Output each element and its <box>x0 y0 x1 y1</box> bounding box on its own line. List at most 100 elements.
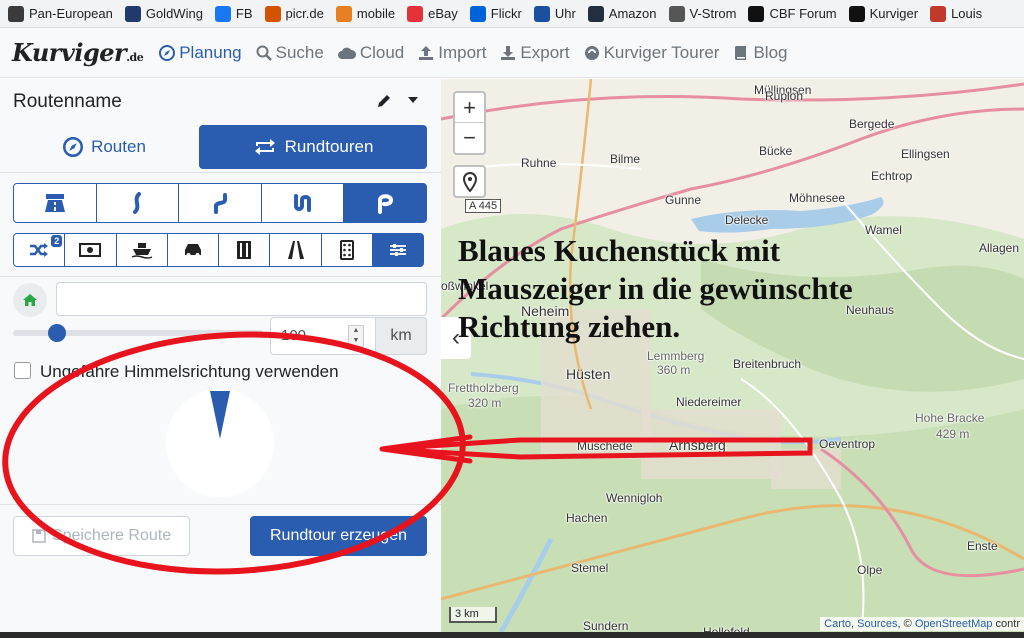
nav-planung[interactable]: Planung <box>159 42 242 63</box>
bookmark-favicon-icon <box>8 5 24 22</box>
route-name-title[interactable]: Routenname <box>13 91 122 113</box>
settings-sliders-button[interactable] <box>372 233 425 267</box>
avoid-toll-button[interactable] <box>218 233 271 267</box>
attribution-separator: , © <box>897 618 912 630</box>
avoid-car-button[interactable] <box>166 233 220 267</box>
curve-4-icon <box>378 194 394 214</box>
compass-icon <box>63 137 84 157</box>
pencil-icon[interactable] <box>376 93 392 109</box>
map-scale: 3 km <box>449 607 497 623</box>
curviness-4-button[interactable] <box>343 183 427 223</box>
bookmark-item[interactable]: GoldWing <box>124 5 203 22</box>
tab-routen[interactable]: Routen <box>13 125 196 169</box>
avoid-fees-button[interactable] <box>64 233 117 267</box>
direction-wedge-icon[interactable] <box>166 389 274 497</box>
zoom-out-button[interactable]: − <box>455 123 484 153</box>
bookmark-label: FB <box>235 6 253 21</box>
bookmark-item[interactable]: V-Strom <box>668 5 737 22</box>
bookmark-item[interactable]: CBF Forum <box>748 5 837 22</box>
map-place-label: Möhnesee <box>789 191 846 205</box>
tourer-icon <box>584 45 599 60</box>
attribution-rest: contr <box>995 618 1020 630</box>
nav-kurviger-tourer[interactable]: Kurviger Tourer <box>584 42 720 63</box>
highway-icon <box>44 194 65 212</box>
sources-link[interactable]: Sources <box>857 618 897 630</box>
nav-planung-label: Planung <box>179 42 242 62</box>
cloud-icon <box>337 47 356 59</box>
bookmark-item[interactable]: Louis <box>930 5 982 22</box>
locate-button[interactable] <box>453 165 486 198</box>
bookmark-label: V-Strom <box>689 6 737 21</box>
generate-roundtrip-button[interactable]: Rundtour erzeugen <box>250 516 427 556</box>
tab-rundtouren[interactable]: Rundtouren <box>199 125 427 169</box>
floppy-disk-icon <box>32 529 46 543</box>
osm-link[interactable]: OpenStreetMap <box>915 618 993 630</box>
chevron-down-icon[interactable] <box>408 97 418 103</box>
bookmark-favicon-icon <box>668 5 685 22</box>
nav-blog[interactable]: Blog <box>733 43 788 63</box>
road-icon <box>287 241 304 259</box>
home-button[interactable] <box>13 283 47 317</box>
bookmark-item[interactable]: mobile <box>335 5 395 22</box>
bookmark-item[interactable]: Amazon <box>587 5 657 22</box>
nav-export[interactable]: Export <box>500 42 570 63</box>
map-place-label: Hachen <box>566 511 608 525</box>
dice-icon <box>339 240 354 260</box>
direction-checkbox-label: Ungefähre Himmelsrichtung verwenden <box>40 362 339 381</box>
bookmark-favicon-icon <box>335 5 352 22</box>
map-place-label: A 445 <box>465 199 502 213</box>
nav-kurviger-tourer-label: Kurviger Tourer <box>603 42 720 62</box>
upload-icon <box>419 45 434 60</box>
map-place-label: Breitenbruch <box>733 357 802 371</box>
route-options-row: 2 <box>13 233 425 267</box>
nav-cloud[interactable]: Cloud <box>337 42 405 63</box>
shuffle-button[interactable]: 2 <box>13 233 66 267</box>
direction-compass[interactable] <box>166 389 274 497</box>
bookmark-label: picr.de <box>285 6 324 21</box>
compass-icon <box>159 44 176 61</box>
toll-icon <box>237 241 252 259</box>
avoid-ferries-button[interactable] <box>115 233 168 267</box>
search-icon <box>256 45 272 61</box>
direction-checkbox[interactable] <box>14 362 31 379</box>
bookmark-item[interactable]: eBay <box>407 5 458 22</box>
nav-suche[interactable]: Suche <box>256 43 324 63</box>
divider <box>0 504 441 505</box>
avoid-unpaved-button[interactable] <box>269 233 322 267</box>
bookmark-item[interactable]: Kurviger <box>848 5 918 22</box>
bookmark-item[interactable]: Flickr <box>469 5 522 22</box>
map-view[interactable]: Müllingsen Ruploh Bergede Bilme Bücke Ellings… <box>441 79 1024 632</box>
home-icon <box>23 294 37 306</box>
bookmark-favicon-icon <box>469 5 486 22</box>
bookmark-favicon-icon <box>848 5 865 22</box>
nav-export-label: Export <box>520 42 570 62</box>
shuffle-icon <box>30 243 49 257</box>
map-place-label: Bücke <box>759 144 793 158</box>
bookmark-label: Flickr <box>490 6 522 21</box>
bookmark-item[interactable]: Pan-European <box>8 5 113 22</box>
save-route-button[interactable]: Speichere Route <box>13 516 190 556</box>
curviness-2-button[interactable] <box>178 183 262 223</box>
zoom-in-button[interactable]: + <box>455 93 484 123</box>
kurviger-logo[interactable]: Kurviger.de <box>12 38 144 67</box>
map-place-label: Enste <box>967 539 998 553</box>
nav-cloud-label: Cloud <box>359 42 405 62</box>
curviness-3-button[interactable] <box>260 183 345 223</box>
distance-spinner[interactable]: ▲ ▼ <box>348 325 364 347</box>
distance-value: 100 <box>281 327 307 344</box>
nav-import[interactable]: Import <box>418 43 486 63</box>
map-place-label: Oeventrop <box>819 437 876 451</box>
carto-link[interactable]: Carto <box>824 618 851 630</box>
curviness-highway-button[interactable] <box>13 183 97 223</box>
bookmark-item[interactable]: FB <box>214 5 253 22</box>
start-address-input[interactable] <box>56 282 427 316</box>
instruction-line: Mauszeiger in die gewünschte <box>458 271 853 306</box>
curviness-1-button[interactable] <box>95 183 180 223</box>
distance-slider-thumb[interactable] <box>47 324 66 342</box>
bookmark-item[interactable]: picr.de <box>264 5 324 22</box>
bookmark-item[interactable]: Uhr <box>533 5 576 22</box>
map-place-label: Ruploh <box>765 89 804 103</box>
random-button[interactable] <box>320 233 374 267</box>
map-labels: Müllingsen Ruploh Bergede Bilme Bücke Ellings… <box>441 79 1024 632</box>
map-place-label: 320 m <box>468 396 502 410</box>
